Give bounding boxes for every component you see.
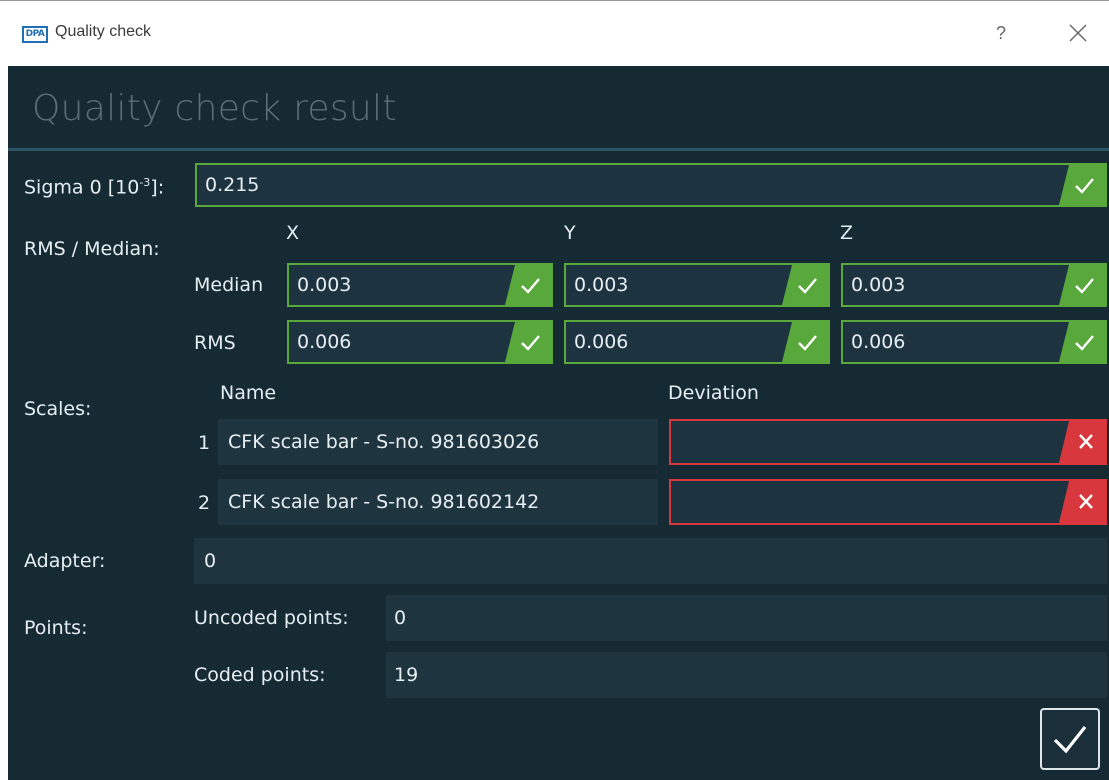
- column-header-z: Z: [840, 222, 854, 244]
- coded-points-value: 19: [394, 664, 419, 686]
- median-row-label: Median: [194, 274, 264, 296]
- median-x-field[interactable]: 0.003: [287, 263, 553, 307]
- scales-name-header: Name: [220, 382, 277, 404]
- rms-row-label: RMS: [194, 332, 236, 354]
- ok-badge: [505, 322, 551, 362]
- scale-name: CFK scale bar - S-no. 981603026: [228, 431, 540, 453]
- checkmark-icon: [782, 265, 828, 305]
- ok-badge: [782, 322, 828, 362]
- rms-y-value: 0.006: [574, 331, 629, 353]
- median-x-value: 0.003: [297, 274, 352, 296]
- scale-name: CFK scale bar - S-no. 981602142: [228, 491, 540, 513]
- checkmark-icon: [1053, 726, 1087, 754]
- confirm-button[interactable]: [1040, 708, 1100, 770]
- quality-check-panel: Quality check result Sigma 0 [10-3]: 0.2…: [8, 66, 1109, 780]
- ok-badge: [1059, 265, 1105, 305]
- window-title-bar: DPA Quality check ?: [0, 0, 1109, 66]
- page-title: Quality check result: [32, 88, 397, 129]
- sigma-label: Sigma 0 [10-3]:: [24, 176, 165, 199]
- uncoded-points-value: 0: [394, 607, 407, 629]
- rms-z-field[interactable]: 0.006: [841, 320, 1107, 364]
- close-icon: [1069, 24, 1087, 42]
- scales-deviation-header: Deviation: [668, 382, 759, 404]
- sigma-value: 0.215: [205, 174, 260, 196]
- checkmark-icon: [782, 322, 828, 362]
- rms-y-field[interactable]: 0.006: [564, 320, 830, 364]
- rms-x-field[interactable]: 0.006: [287, 320, 553, 364]
- rms-median-label: RMS / Median:: [24, 238, 160, 260]
- uncoded-points-field: 0: [386, 595, 1107, 641]
- scale-name-field: CFK scale bar - S-no. 981603026: [218, 419, 658, 465]
- help-button[interactable]: ?: [990, 21, 1012, 45]
- ok-badge: [782, 265, 828, 305]
- median-y-field[interactable]: 0.003: [564, 263, 830, 307]
- column-header-x: X: [286, 222, 300, 244]
- coded-points-field: 19: [386, 652, 1107, 698]
- heading-divider: [8, 148, 1109, 151]
- column-header-y: Y: [564, 222, 576, 244]
- close-x-icon: [1059, 481, 1105, 523]
- scale-index: 1: [198, 432, 211, 454]
- checkmark-icon: [505, 322, 551, 362]
- coded-points-label: Coded points:: [194, 664, 326, 686]
- uncoded-points-label: Uncoded points:: [194, 607, 349, 629]
- median-z-field[interactable]: 0.003: [841, 263, 1107, 307]
- median-y-value: 0.003: [574, 274, 629, 296]
- scales-label: Scales:: [24, 398, 92, 420]
- sigma-field[interactable]: 0.215: [195, 163, 1107, 207]
- scale-deviation-field[interactable]: [669, 479, 1107, 525]
- dpa-logo-icon: DPA: [22, 26, 48, 43]
- ok-badge: [1059, 165, 1105, 205]
- adapter-label: Adapter:: [24, 550, 106, 572]
- window-title: Quality check: [55, 23, 152, 40]
- close-x-icon: [1059, 421, 1105, 463]
- error-badge: [1059, 481, 1105, 523]
- rms-z-value: 0.006: [851, 331, 906, 353]
- checkmark-icon: [1059, 165, 1105, 205]
- rms-x-value: 0.006: [297, 331, 352, 353]
- scale-index: 2: [198, 492, 211, 514]
- scale-deviation-field[interactable]: [669, 419, 1107, 465]
- median-z-value: 0.003: [851, 274, 906, 296]
- ok-badge: [1059, 322, 1105, 362]
- scale-name-field: CFK scale bar - S-no. 981602142: [218, 479, 658, 525]
- adapter-field: 0: [194, 538, 1107, 584]
- close-button[interactable]: [1066, 21, 1090, 45]
- error-badge: [1059, 421, 1105, 463]
- checkmark-icon: [1059, 322, 1105, 362]
- checkmark-icon: [1059, 265, 1105, 305]
- ok-badge: [505, 265, 551, 305]
- checkmark-icon: [505, 265, 551, 305]
- points-label: Points:: [24, 617, 88, 639]
- adapter-value: 0: [204, 550, 217, 572]
